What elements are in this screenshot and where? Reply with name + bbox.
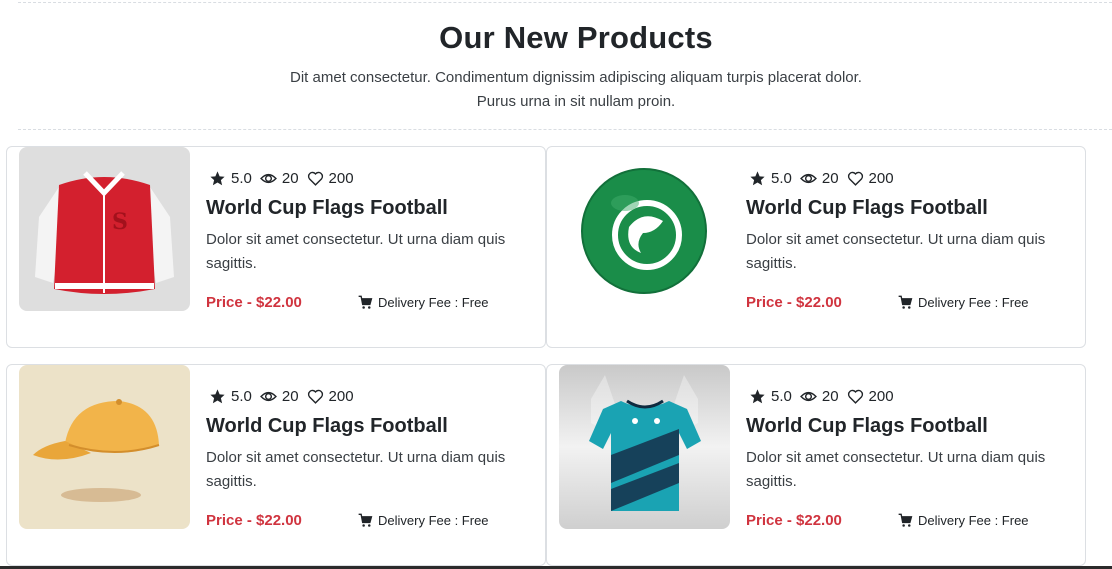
rating-value: 5.0	[771, 388, 792, 405]
product-description: Dolor sit amet consectetur. Ut urna diam…	[746, 231, 1046, 272]
star-icon	[750, 389, 765, 404]
product-price: Price - $22.00	[206, 294, 302, 311]
likes-count: 200	[868, 170, 894, 187]
rating-value: 5.0	[771, 170, 792, 187]
product-stats: 5.0 20 200	[749, 388, 902, 405]
product-price: Price - $22.00	[746, 512, 842, 529]
product-name[interactable]: World Cup Flags Football	[206, 415, 448, 438]
delivery-fee: Delivery Fee : Free	[358, 295, 489, 310]
star-icon	[750, 171, 765, 186]
product-image-jersey[interactable]	[559, 365, 730, 529]
delivery-fee-label: Delivery Fee : Free	[918, 513, 1029, 528]
product-name[interactable]: World Cup Flags Football	[206, 197, 448, 220]
star-icon	[210, 171, 225, 186]
product-image-football[interactable]	[559, 147, 730, 311]
heart-icon[interactable]	[847, 170, 864, 187]
star-icon	[210, 389, 225, 404]
delivery-fee-label: Delivery Fee : Free	[378, 513, 489, 528]
product-price: Price - $22.00	[746, 294, 842, 311]
product-price: Price - $22.00	[206, 512, 302, 529]
delivery-fee-label: Delivery Fee : Free	[918, 295, 1029, 310]
section-divider-bottom	[18, 129, 1112, 130]
delivery-fee: Delivery Fee : Free	[898, 513, 1029, 528]
views-count: 20	[281, 388, 299, 405]
rating-value: 5.0	[231, 388, 252, 405]
product-name[interactable]: World Cup Flags Football	[746, 415, 988, 438]
product-stats: 5.0 20 200	[209, 170, 362, 187]
product-description: Dolor sit amet consectetur. Ut urna diam…	[746, 449, 1046, 490]
likes-count: 200	[868, 388, 894, 405]
product-image-cap[interactable]	[19, 365, 190, 529]
product-stats: 5.0 20 200	[749, 170, 902, 187]
likes-count: 200	[328, 170, 354, 187]
rating-value: 5.0	[231, 170, 252, 187]
product-card[interactable]: 5.0 20 200 World Cup Flags Football Dolo…	[6, 364, 546, 566]
cart-icon	[358, 513, 373, 527]
section-divider-top	[18, 2, 1112, 3]
delivery-fee: Delivery Fee : Free	[898, 295, 1029, 310]
eye-icon	[799, 173, 817, 184]
product-name[interactable]: World Cup Flags Football	[746, 197, 988, 220]
eye-icon	[799, 391, 817, 402]
delivery-fee-label: Delivery Fee : Free	[378, 295, 489, 310]
eye-icon	[259, 173, 277, 184]
product-stats: 5.0 20 200	[209, 388, 362, 405]
cart-icon	[358, 295, 373, 309]
section-title: Our New Products	[439, 20, 713, 55]
delivery-fee: Delivery Fee : Free	[358, 513, 489, 528]
heart-icon[interactable]	[307, 170, 324, 187]
svg-text:S: S	[112, 209, 128, 235]
product-description: Dolor sit amet consectetur. Ut urna diam…	[206, 231, 506, 272]
product-card[interactable]: S 5.0 20 200 World Cup Flags Football Do…	[6, 146, 546, 348]
product-image-jacket[interactable]: S	[19, 147, 190, 311]
cart-icon	[898, 295, 913, 309]
heart-icon[interactable]	[847, 388, 864, 405]
eye-icon	[259, 391, 277, 402]
product-description: Dolor sit amet consectetur. Ut urna diam…	[206, 449, 506, 490]
heart-icon[interactable]	[307, 388, 324, 405]
section-subtitle: Dit amet consectetur. Condimentum dignis…	[290, 69, 862, 110]
views-count: 20	[821, 388, 839, 405]
views-count: 20	[281, 170, 299, 187]
views-count: 20	[821, 170, 839, 187]
cart-icon	[898, 513, 913, 527]
product-card[interactable]: 5.0 20 200 World Cup Flags Football Dolo…	[546, 364, 1086, 566]
likes-count: 200	[328, 388, 354, 405]
product-card[interactable]: 5.0 20 200 World Cup Flags Football Dolo…	[546, 146, 1086, 348]
